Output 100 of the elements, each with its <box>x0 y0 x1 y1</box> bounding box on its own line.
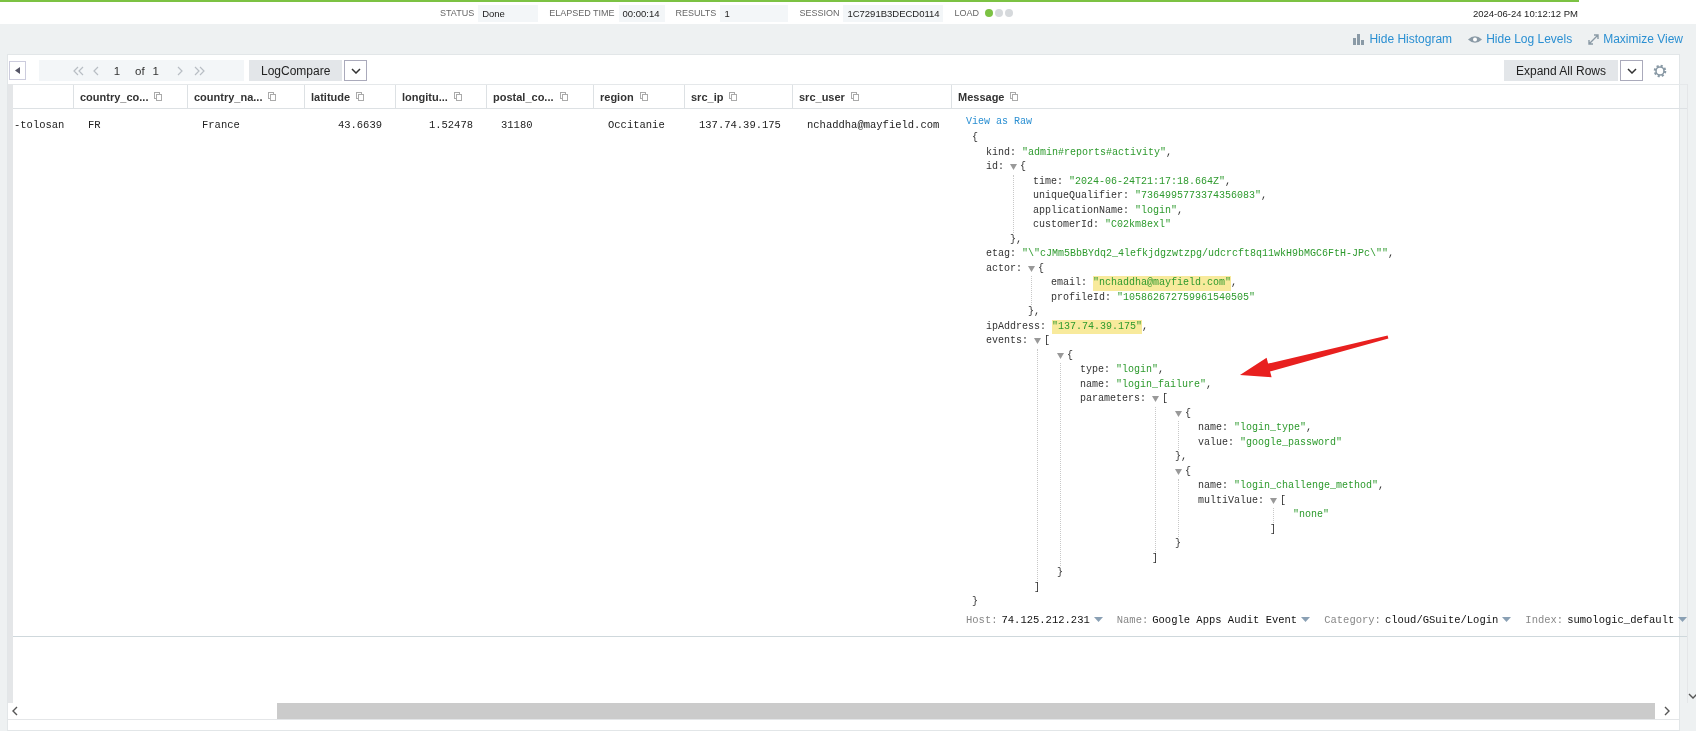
column-header[interactable]: longitu... <box>402 90 448 103</box>
expand-triangle-icon[interactable] <box>1028 265 1035 272</box>
json-bracket: { <box>1038 261 1045 276</box>
caret-icon <box>350 67 361 74</box>
json-key: type: <box>1080 363 1111 378</box>
column-header[interactable]: country_co... <box>80 90 149 103</box>
copy-icon[interactable] <box>639 92 648 101</box>
json-punctuation: , <box>1231 276 1238 290</box>
json-value: "login_type" <box>1234 421 1307 435</box>
expand-triangle-icon[interactable] <box>1010 164 1017 171</box>
column-header[interactable]: src_ip <box>691 90 724 103</box>
expand-dropdown-button[interactable] <box>1620 60 1643 81</box>
copy-icon[interactable] <box>729 92 738 101</box>
expand-rows-button[interactable]: Expand All Rows <box>1503 60 1618 81</box>
dropdown-caret-icon[interactable] <box>1093 617 1103 622</box>
json-key: parameters: <box>1080 392 1147 407</box>
json-punctuation: , <box>1388 247 1395 261</box>
expand-triangle-icon[interactable] <box>1034 338 1041 345</box>
json-key: time: <box>1033 174 1064 189</box>
json-value: "login_challenge_method" <box>1234 479 1379 493</box>
json-bracket: [ <box>1044 334 1051 348</box>
table-cell: Occitanie <box>608 119 665 131</box>
status-value: 1 <box>720 4 789 22</box>
dropdown-caret-icon[interactable] <box>1678 617 1688 622</box>
json-key: ipAddress: <box>986 319 1046 334</box>
json-bracket: [ <box>1162 392 1169 406</box>
json-key: name: <box>1198 479 1229 494</box>
json-key: id: <box>986 160 1004 175</box>
json-value: "nchaddha@mayfield.com" <box>1093 276 1232 291</box>
expand-triangle-icon[interactable] <box>1175 410 1183 417</box>
json-punctuation: , <box>1177 203 1184 218</box>
field-value[interactable]: cloud/GSuite/Login <box>1384 613 1499 626</box>
settings-icon[interactable] <box>1653 63 1667 78</box>
scroll-left-icon[interactable] <box>12 706 18 716</box>
json-key: name: <box>1080 377 1111 392</box>
json-bracket: }, <box>1010 232 1023 247</box>
json-key: kind: <box>986 145 1016 160</box>
status-value: 00:00:14 <box>618 4 665 22</box>
json-bracket: { <box>1020 160 1027 174</box>
expand-triangle-icon[interactable] <box>1175 468 1183 475</box>
json-value: "login" <box>1135 203 1178 218</box>
copy-icon[interactable] <box>453 92 462 101</box>
scroll-right-icon[interactable] <box>1664 706 1670 716</box>
json-value: "google_password" <box>1240 435 1343 450</box>
dropdown-caret-icon[interactable] <box>1301 617 1311 622</box>
column-header[interactable]: region <box>600 90 634 103</box>
field-label: Category: <box>1324 613 1381 626</box>
json-bracket: } <box>1057 566 1064 580</box>
status-label: RESULTS <box>675 8 717 18</box>
table-cell: nchaddha@mayfield.com <box>807 119 940 131</box>
scroll-down-icon[interactable] <box>1688 693 1696 699</box>
log-compare-button[interactable]: LogCompare <box>249 60 343 81</box>
json-key: uniqueQualifier: <box>1033 189 1130 204</box>
copy-icon[interactable] <box>1010 92 1019 101</box>
json-value: "137.74.39.175" <box>1052 319 1143 334</box>
column-header[interactable]: src_user <box>799 90 845 103</box>
json-key: customerId: <box>1033 218 1100 233</box>
table-cell: 43.6639 <box>337 119 382 131</box>
expand-arrows-icon <box>1588 33 1600 45</box>
json-punctuation: , <box>1378 479 1385 493</box>
column-header[interactable]: country_na... <box>194 90 263 103</box>
copy-icon[interactable] <box>850 92 859 101</box>
page-input-field[interactable]: 1 <box>107 64 127 77</box>
compare-dropdown-button[interactable] <box>344 60 368 81</box>
copy-icon[interactable] <box>356 92 365 101</box>
json-value: "login_failure" <box>1116 377 1207 392</box>
json-punctuation: , <box>1158 363 1165 377</box>
json-bracket: }, <box>1175 450 1188 464</box>
json-punctuation: , <box>1166 145 1173 160</box>
status-label: SESSION <box>799 8 840 18</box>
expand-triangle-icon[interactable] <box>1270 497 1278 504</box>
json-key: events: <box>986 334 1028 349</box>
json-punctuation: , <box>1261 189 1268 203</box>
status-value: Done <box>478 4 539 22</box>
collapse-button[interactable] <box>9 61 26 80</box>
status-label: ELAPSED TIME <box>549 8 615 18</box>
expand-triangle-icon[interactable] <box>1057 352 1064 359</box>
column-header[interactable]: postal_co... <box>493 90 554 103</box>
scrollbar-thumb[interactable] <box>277 703 1655 719</box>
json-bracket: { <box>1185 406 1192 421</box>
page-total: 1 <box>152 64 159 77</box>
status-label: LOAD <box>954 8 979 18</box>
field-value[interactable]: Google Apps Audit Event <box>1152 613 1298 626</box>
json-bracket: { <box>1185 464 1192 479</box>
json-key: multiValue: <box>1198 493 1265 508</box>
column-header[interactable]: Message <box>958 90 1005 103</box>
copy-icon[interactable] <box>559 92 568 101</box>
json-value: "admin#reports#activity" <box>1022 145 1167 160</box>
copy-icon[interactable] <box>268 92 277 101</box>
column-header[interactable]: latitude <box>311 90 351 103</box>
json-bracket: { <box>972 131 978 145</box>
json-key: profileId: <box>1051 290 1112 305</box>
left-triangle-icon <box>15 67 20 74</box>
view-raw-link[interactable]: View as Raw <box>966 116 1032 127</box>
copy-icon[interactable] <box>154 92 163 101</box>
field-value[interactable]: 74.125.212.231 <box>1001 613 1090 626</box>
table-cell: -tolosan <box>14 119 65 131</box>
field-value[interactable]: sumologic_default <box>1567 613 1675 626</box>
dropdown-caret-icon[interactable] <box>1502 617 1512 622</box>
expand-triangle-icon[interactable] <box>1152 396 1160 403</box>
